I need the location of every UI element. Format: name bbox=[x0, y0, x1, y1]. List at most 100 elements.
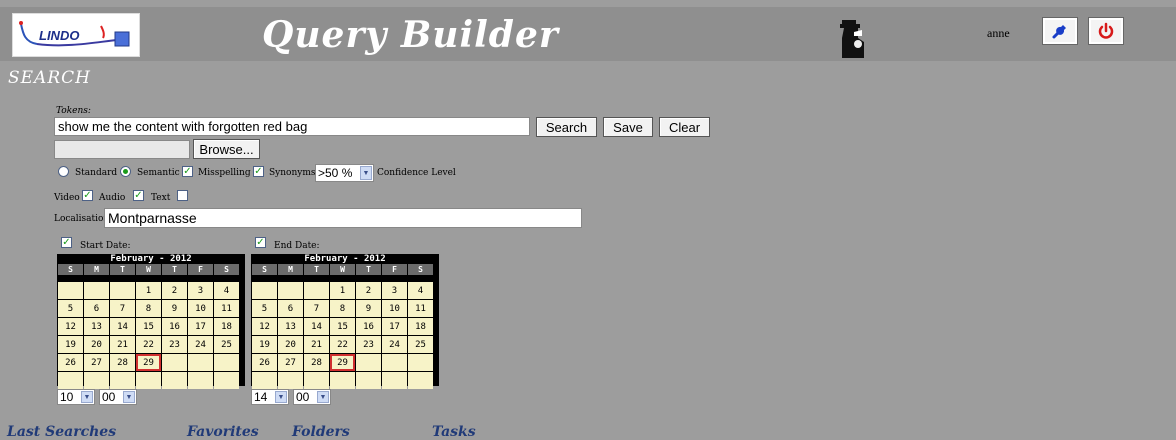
start-calendar-day-cell[interactable]: 16 bbox=[162, 318, 187, 335]
start-calendar-day-cell[interactable]: 7 bbox=[110, 300, 135, 317]
end-calendar-day-cell[interactable]: 27 bbox=[278, 354, 303, 371]
start-hour-select[interactable]: 10 ▼ bbox=[57, 389, 95, 405]
end-date-checkbox[interactable]: ✓ bbox=[255, 237, 266, 248]
start-calendar-day-cell[interactable]: 12 bbox=[58, 318, 83, 335]
end-calendar-day-cell[interactable]: 9 bbox=[356, 300, 381, 317]
audio-checkbox[interactable]: ✓ bbox=[133, 190, 144, 201]
end-calendar-day-cell[interactable]: 29 bbox=[330, 354, 355, 371]
end-hour-select[interactable]: 14 ▼ bbox=[251, 389, 289, 405]
end-calendar-day-cell[interactable]: 28 bbox=[304, 354, 329, 371]
start-calendar-day-cell[interactable]: 28 bbox=[110, 354, 135, 371]
end-calendar-dow-header: M bbox=[278, 264, 303, 275]
end-calendar-day-cell[interactable]: 22 bbox=[330, 336, 355, 353]
end-calendar-day-cell[interactable]: 6 bbox=[278, 300, 303, 317]
start-calendar-day-cell[interactable]: 19 bbox=[58, 336, 83, 353]
end-calendar-day-cell bbox=[408, 372, 433, 389]
start-calendar-day-cell[interactable]: 23 bbox=[162, 336, 187, 353]
end-calendar-day-cell[interactable]: 21 bbox=[304, 336, 329, 353]
end-calendar-day-cell bbox=[278, 372, 303, 389]
video-checkbox[interactable]: ✓ bbox=[82, 190, 93, 201]
start-calendar-day-cell[interactable]: 9 bbox=[162, 300, 187, 317]
logout-button[interactable] bbox=[1088, 17, 1124, 45]
nav-last-searches[interactable]: Last Searches bbox=[7, 424, 116, 440]
mode-standard-radio[interactable] bbox=[58, 166, 69, 177]
chevron-down-icon: ▼ bbox=[123, 391, 135, 403]
misspelling-checkbox[interactable]: ✓ bbox=[182, 166, 193, 177]
clear-button[interactable]: Clear bbox=[659, 117, 710, 137]
nav-favorites[interactable]: Favorites bbox=[187, 424, 259, 440]
end-calendar-day-cell[interactable]: 24 bbox=[382, 336, 407, 353]
start-calendar-day-cell[interactable]: 17 bbox=[188, 318, 213, 335]
localisation-input[interactable]: Montparnasse bbox=[104, 208, 582, 228]
mode-semantic-radio[interactable] bbox=[120, 166, 131, 177]
end-calendar-day-cell[interactable]: 7 bbox=[304, 300, 329, 317]
nav-tasks[interactable]: Tasks bbox=[432, 424, 476, 440]
confidence-select[interactable]: >50 % ▼ bbox=[315, 164, 374, 182]
start-calendar-day-cell[interactable]: 3 bbox=[188, 282, 213, 299]
end-calendar-day-cell[interactable]: 4 bbox=[408, 282, 433, 299]
start-calendar-day-cell[interactable]: 21 bbox=[110, 336, 135, 353]
end-calendar-day-cell[interactable]: 20 bbox=[278, 336, 303, 353]
start-calendar-day-cell[interactable]: 15 bbox=[136, 318, 161, 335]
start-calendar-day-cell[interactable]: 13 bbox=[84, 318, 109, 335]
tokens-input[interactable]: show me the content with forgotten red b… bbox=[54, 117, 530, 136]
end-calendar-day-cell bbox=[356, 354, 381, 371]
end-minute-select[interactable]: 00 ▼ bbox=[293, 389, 331, 405]
text-label: Text bbox=[151, 193, 171, 203]
video-label: Video bbox=[54, 193, 80, 203]
end-calendar-day-cell[interactable]: 17 bbox=[382, 318, 407, 335]
start-calendar-day-cell[interactable]: 8 bbox=[136, 300, 161, 317]
end-calendar-day-cell[interactable]: 26 bbox=[252, 354, 277, 371]
start-minute-select[interactable]: 00 ▼ bbox=[99, 389, 137, 405]
end-calendar-day-cell[interactable]: 18 bbox=[408, 318, 433, 335]
end-calendar-day-cell[interactable]: 2 bbox=[356, 282, 381, 299]
end-calendar-day-cell[interactable]: 5 bbox=[252, 300, 277, 317]
start-calendar-day-cell[interactable]: 5 bbox=[58, 300, 83, 317]
end-calendar-day-cell[interactable]: 25 bbox=[408, 336, 433, 353]
end-calendar-day-cell[interactable]: 1 bbox=[330, 282, 355, 299]
start-calendar-day-cell[interactable]: 14 bbox=[110, 318, 135, 335]
start-calendar-day-cell[interactable]: 24 bbox=[188, 336, 213, 353]
start-calendar-day-cell[interactable]: 20 bbox=[84, 336, 109, 353]
page-title: Query Builder bbox=[262, 14, 559, 56]
end-calendar-day-cell[interactable]: 15 bbox=[330, 318, 355, 335]
end-calendar-day-cell[interactable]: 16 bbox=[356, 318, 381, 335]
synonyms-checkbox[interactable]: ✓ bbox=[253, 166, 264, 177]
start-calendar-day-cell bbox=[162, 354, 187, 371]
start-calendar-day-cell[interactable]: 22 bbox=[136, 336, 161, 353]
settings-button[interactable] bbox=[1042, 17, 1078, 45]
end-date-label: End Date: bbox=[274, 241, 320, 251]
start-date-checkbox[interactable]: ✓ bbox=[61, 237, 72, 248]
end-calendar-day-cell[interactable]: 12 bbox=[252, 318, 277, 335]
start-calendar-day-cell[interactable]: 18 bbox=[214, 318, 239, 335]
save-button[interactable]: Save bbox=[603, 117, 653, 137]
end-calendar-day-cell[interactable]: 13 bbox=[278, 318, 303, 335]
end-calendar-dow-header: F bbox=[382, 264, 407, 275]
browse-button[interactable]: Browse... bbox=[193, 139, 260, 159]
start-calendar-day-cell[interactable]: 6 bbox=[84, 300, 109, 317]
start-calendar-day-cell[interactable]: 4 bbox=[214, 282, 239, 299]
end-calendar-day-cell[interactable]: 23 bbox=[356, 336, 381, 353]
end-calendar-day-cell[interactable]: 8 bbox=[330, 300, 355, 317]
start-calendar-day-cell[interactable]: 26 bbox=[58, 354, 83, 371]
end-calendar-day-cell[interactable]: 10 bbox=[382, 300, 407, 317]
end-calendar-day-cell[interactable]: 11 bbox=[408, 300, 433, 317]
start-calendar-day-cell[interactable]: 25 bbox=[214, 336, 239, 353]
start-calendar-day-cell[interactable]: 2 bbox=[162, 282, 187, 299]
start-calendar-day-cell[interactable]: 29 bbox=[136, 354, 161, 371]
end-calendar-day-cell[interactable]: 14 bbox=[304, 318, 329, 335]
end-calendar-day-cell bbox=[330, 372, 355, 389]
start-calendar-day-cell[interactable]: 1 bbox=[136, 282, 161, 299]
start-calendar-day-cell[interactable]: 10 bbox=[188, 300, 213, 317]
start-calendar-day-cell[interactable]: 11 bbox=[214, 300, 239, 317]
end-calendar-day-cell bbox=[382, 372, 407, 389]
end-calendar-day-cell[interactable]: 3 bbox=[382, 282, 407, 299]
file-path-input[interactable] bbox=[54, 140, 190, 159]
end-calendar-day-cell[interactable]: 19 bbox=[252, 336, 277, 353]
search-button[interactable]: Search bbox=[536, 117, 597, 137]
nav-folders[interactable]: Folders bbox=[292, 424, 350, 440]
start-calendar-day-cell bbox=[162, 372, 187, 389]
text-checkbox[interactable] bbox=[177, 190, 188, 201]
start-calendar-day-cell[interactable]: 27 bbox=[84, 354, 109, 371]
end-calendar-day-cell bbox=[382, 354, 407, 371]
